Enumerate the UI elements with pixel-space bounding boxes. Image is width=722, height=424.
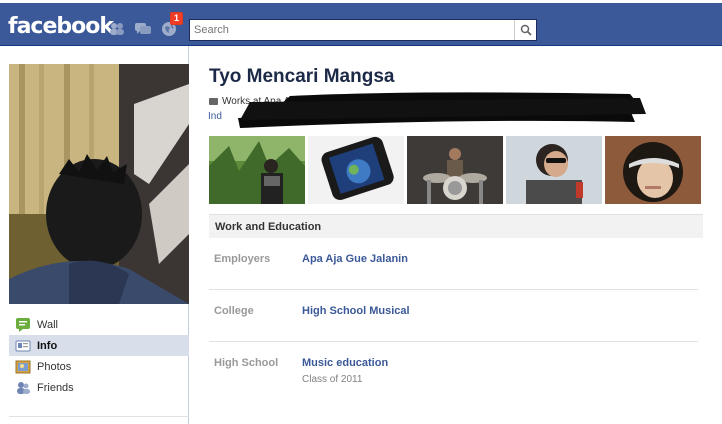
left-column: Wall Info Photos Friends [0, 46, 189, 424]
class-year: Class of 2011 [302, 374, 363, 385]
nav-item-photos[interactable]: Photos [9, 356, 189, 377]
search-input[interactable] [190, 20, 514, 40]
wall-icon [15, 317, 31, 333]
employer-link[interactable]: Apa Aja Gue Jalanin [302, 253, 408, 265]
profile-nav: Wall Info Photos Friends [9, 314, 189, 398]
photo-thumbnail[interactable] [209, 136, 305, 204]
friend-requests-icon[interactable] [108, 20, 126, 38]
employers-label: Employers [214, 253, 271, 265]
profile-picture[interactable] [9, 64, 189, 304]
search-icon [520, 24, 532, 36]
nav-item-label: Wall [37, 318, 58, 331]
nav-item-label: Photos [37, 360, 72, 373]
notification-badge: 1 [170, 12, 184, 25]
photo-thumbnail[interactable] [407, 136, 503, 204]
high-school-link[interactable]: Music education [302, 357, 388, 369]
info-icon [15, 338, 31, 354]
college-link[interactable]: High School Musical [302, 305, 410, 317]
nav-item-label: Info [37, 339, 58, 352]
divider [9, 416, 189, 417]
nav-item-friends[interactable]: Friends [9, 377, 189, 398]
photo-thumbnail[interactable] [506, 136, 602, 204]
row-divider [209, 341, 698, 342]
photos-icon [15, 359, 31, 375]
photo-thumbnail[interactable] [308, 136, 404, 204]
search-box [189, 19, 537, 41]
redaction-scribble [238, 92, 646, 128]
top-navigation-bar: facebook 1 [0, 0, 722, 46]
search-button[interactable] [514, 20, 536, 40]
nav-item-label: Friends [37, 381, 74, 394]
nav-item-wall[interactable]: Wall [9, 314, 189, 335]
profile-name: Tyo Mencari Mangsa [209, 66, 395, 87]
photo-thumbnail[interactable] [605, 136, 701, 204]
friends-icon [15, 380, 31, 396]
high-school-label: High School [214, 357, 279, 369]
messages-icon[interactable] [134, 20, 152, 38]
row-divider [209, 289, 698, 290]
section-header-work-education: Work and Education [209, 214, 703, 238]
nav-item-info[interactable]: Info [9, 335, 189, 356]
facebook-logo[interactable]: facebook [8, 14, 114, 39]
college-label: College [214, 305, 254, 317]
